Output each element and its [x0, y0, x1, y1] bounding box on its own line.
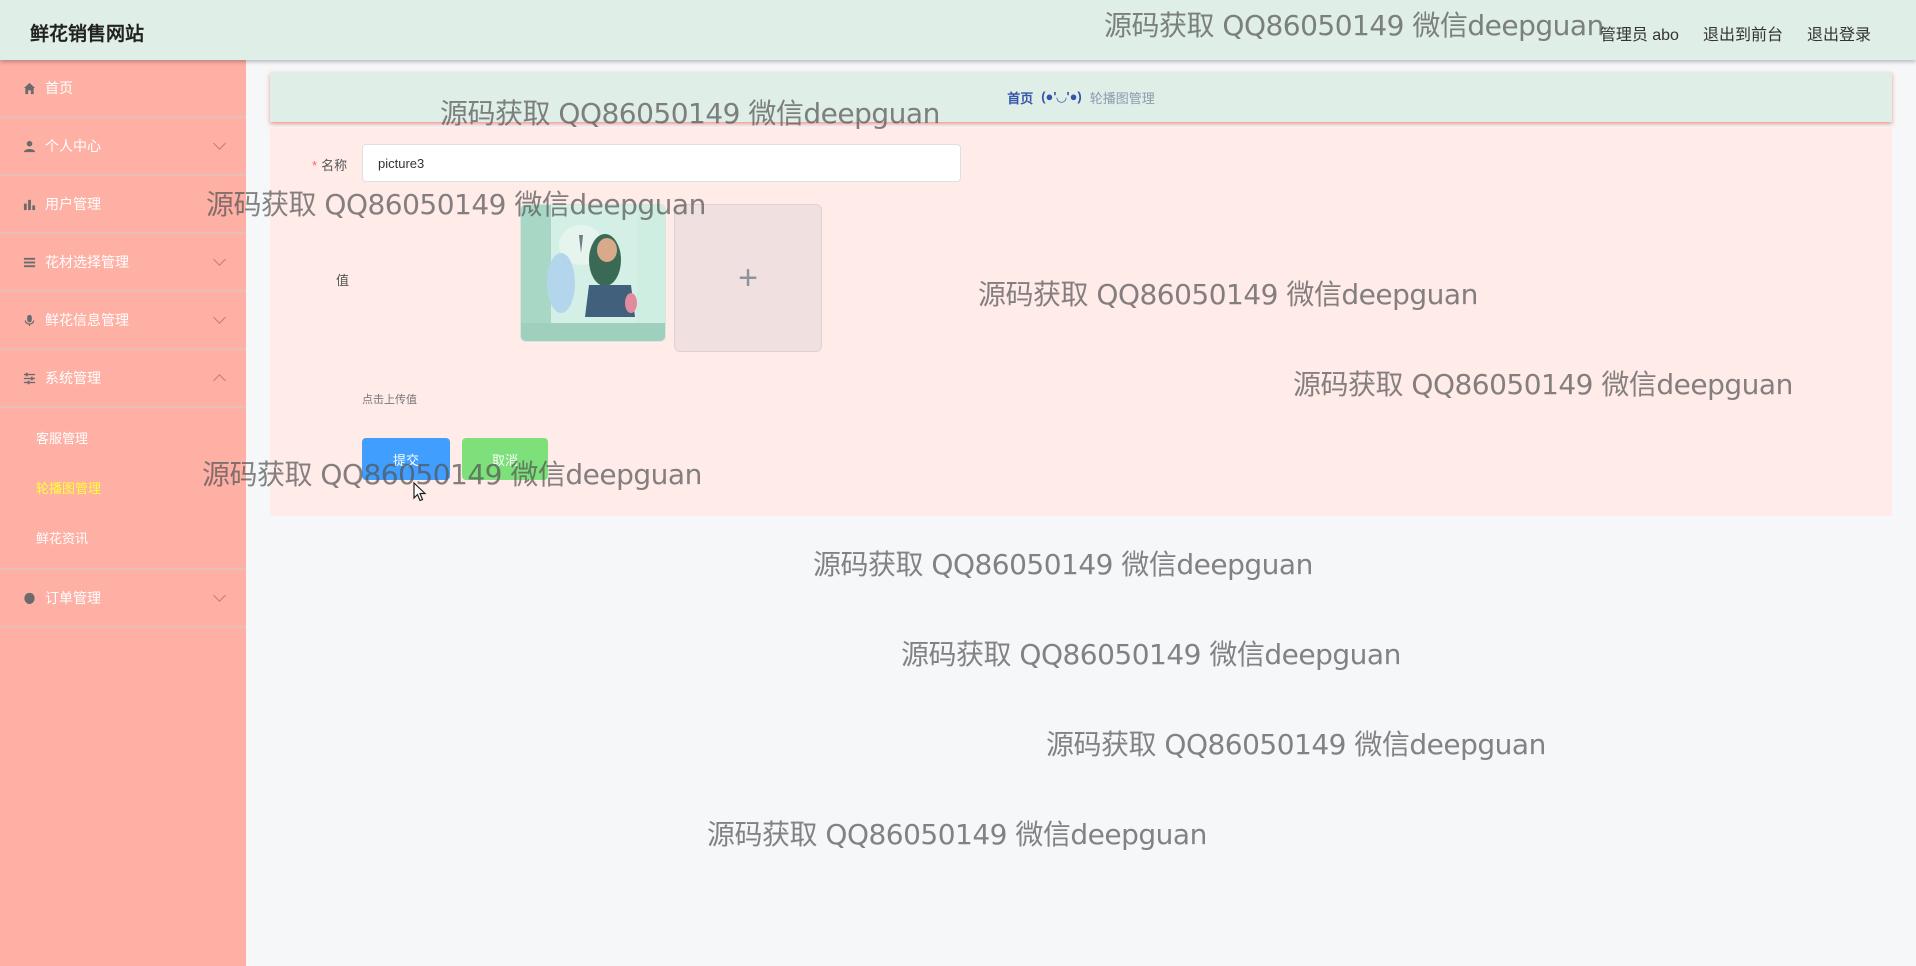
sidebar-item-label: 首页 [45, 80, 73, 96]
home-icon [22, 81, 36, 95]
watermark-text: 源码获取 QQ86050149 微信deepguan [813, 548, 1313, 581]
sidebar-item-label: 订单管理 [45, 590, 101, 606]
sidebar-item-label: 系统管理 [45, 370, 101, 386]
sidebar-item-flower-material[interactable]: 花材选择管理 [0, 234, 246, 292]
required-mark: * [312, 158, 318, 173]
sidebar-item-label: 个人中心 [45, 138, 101, 154]
header-links: 管理员 abo 退出到前台 退出登录 [1600, 21, 1871, 45]
chevron-down-icon [213, 253, 226, 266]
sidebar-subitem-carousel[interactable]: 轮播图管理 [0, 462, 246, 512]
chevron-down-icon [213, 311, 226, 324]
name-label: 名称 [321, 158, 348, 173]
form-panel: *名称 值 + 点击上传值 提交 取消 [270, 128, 1892, 516]
submit-button[interactable]: 提交 [362, 438, 450, 480]
mic-icon [22, 313, 36, 327]
upload-hint: 点击上传值 [362, 394, 417, 406]
chevron-down-icon [213, 137, 226, 150]
admin-user-label: 管理员 abo [1599, 27, 1679, 44]
sidebar-subitem-flower-news[interactable]: 鲜花资讯 [0, 512, 246, 562]
name-label-wrap: * 名称 [312, 155, 347, 174]
sidebar-item-label: 鲜花信息管理 [45, 312, 129, 328]
breadcrumb-separator: (●'◡'●) [1041, 89, 1082, 104]
watermark-text: 源码获取 QQ86050149 微信deepguan [901, 638, 1401, 671]
breadcrumb: 首页 (●'◡'●) 轮播图管理 [270, 72, 1892, 122]
breadcrumb-current: 轮播图管理 [1089, 90, 1155, 106]
list-icon [22, 255, 36, 269]
image-upload-button[interactable]: + [674, 204, 822, 352]
sidebar-item-label: 用户管理 [45, 196, 101, 212]
cancel-button[interactable]: 取消 [462, 438, 548, 480]
sidebar-item-label: 花材选择管理 [45, 254, 129, 270]
sidebar: 首页 个人中心 用户管理 花材选择管理 鲜花信息管理 系统管理 客服管理 轮播图… [0, 60, 246, 966]
exit-to-front-link[interactable]: 退出到前台 [1703, 21, 1783, 45]
site-brand: 鲜花销售网站 [30, 24, 145, 45]
watermark-text: 源码获取 QQ86050149 微信deepguan [707, 818, 1207, 851]
sidebar-item-user-management[interactable]: 用户管理 [0, 176, 246, 234]
system-submenu: 客服管理 轮播图管理 鲜花资讯 [0, 408, 246, 570]
bar-chart-icon [22, 197, 36, 211]
sidebar-item-orders[interactable]: 订单管理 [0, 570, 246, 628]
sidebar-item-system[interactable]: 系统管理 [0, 350, 246, 408]
uploaded-image-thumbnail[interactable] [520, 204, 666, 342]
user-icon [22, 139, 36, 153]
value-label: 值 [336, 273, 350, 288]
chevron-down-icon [213, 589, 226, 602]
top-header: 鲜花销售网站 管理员 abo 退出到前台 退出登录 [0, 0, 1916, 60]
watermark-text: 源码获取 QQ86050149 微信deepguan [1046, 728, 1546, 761]
plus-icon: + [738, 258, 758, 297]
logout-link[interactable]: 退出登录 [1807, 21, 1871, 45]
chevron-up-icon [213, 374, 226, 387]
breadcrumb-home-link[interactable]: 首页 [1007, 88, 1033, 107]
sliders-icon [22, 371, 36, 385]
shield-icon [22, 591, 36, 605]
sidebar-item-personal-center[interactable]: 个人中心 [0, 118, 246, 176]
sidebar-item-home[interactable]: 首页 [0, 60, 246, 118]
sidebar-subitem-customer-service[interactable]: 客服管理 [0, 412, 246, 462]
mouse-cursor-icon [413, 481, 427, 505]
sidebar-item-flower-info[interactable]: 鲜花信息管理 [0, 292, 246, 350]
name-field[interactable] [362, 144, 961, 182]
